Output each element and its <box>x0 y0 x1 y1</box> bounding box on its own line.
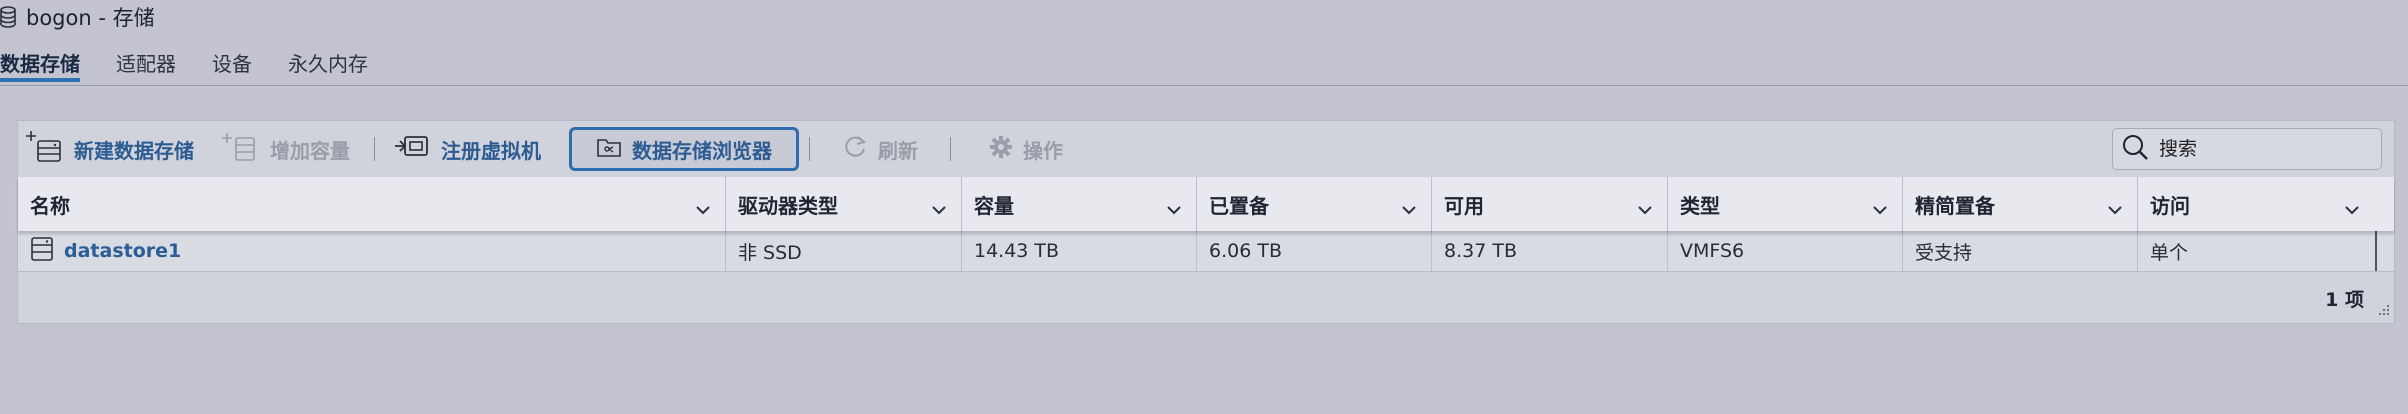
increase-capacity-button[interactable]: 增加容量 <box>210 127 360 171</box>
chevron-down-icon[interactable] <box>2107 196 2123 220</box>
gear-icon <box>989 135 1013 164</box>
column-header-provisioned[interactable]: 已置备 <box>1197 177 1432 231</box>
column-header-label: 类型 <box>1680 193 1720 218</box>
chevron-down-icon[interactable] <box>931 196 947 220</box>
increase-capacity-icon <box>220 132 260 167</box>
tab-devices[interactable]: 设备 <box>212 44 252 82</box>
column-header-free[interactable]: 可用 <box>1432 177 1668 231</box>
folder-browser-icon <box>596 136 622 163</box>
new-datastore-label: 新建数据存储 <box>74 138 194 163</box>
datastore-link[interactable]: datastore1 <box>64 240 181 262</box>
toolbar-separator <box>374 137 375 161</box>
column-header-label: 名称 <box>30 193 70 218</box>
search-box[interactable] <box>2112 128 2382 170</box>
chevron-down-icon[interactable] <box>1872 196 1888 220</box>
datastore-icon <box>30 236 54 267</box>
cell-capacity: 14.43 TB <box>962 231 1197 271</box>
refresh-button[interactable]: 刷新 <box>832 127 928 171</box>
toolbar-separator <box>809 137 810 161</box>
tab-persistent-memory[interactable]: 永久内存 <box>288 44 368 82</box>
table-header: 名称 驱动器类型 容量 已置备 可用 类型 精简置备 访问 <box>18 177 2394 231</box>
column-header-label: 驱动器类型 <box>738 193 838 218</box>
cell-name: datastore1 <box>18 231 726 271</box>
scrollbar-edge <box>2375 231 2377 271</box>
tab-divider <box>0 85 2408 86</box>
tab-adapters[interactable]: 适配器 <box>116 44 176 82</box>
tab-datastores[interactable]: 数据存储 <box>0 44 80 82</box>
chevron-down-icon[interactable] <box>695 196 711 220</box>
chevron-down-icon[interactable] <box>1401 196 1417 220</box>
column-header-label: 可用 <box>1444 193 1484 218</box>
actions-label: 操作 <box>1023 138 1063 163</box>
cell-type: VMFS6 <box>1668 231 1903 271</box>
window-title: bogon - 存储 <box>26 6 155 30</box>
item-count: 1 项 <box>2325 289 2364 311</box>
window-title-bar: bogon - 存储 <box>0 0 155 34</box>
search-input[interactable] <box>2157 137 2371 161</box>
tab-bar: 数据存储 适配器 设备 永久内存 <box>0 44 404 86</box>
column-header-drive-type[interactable]: 驱动器类型 <box>726 177 962 231</box>
actions-button[interactable]: 操作 <box>979 127 1073 171</box>
register-vm-button[interactable]: 注册虚拟机 <box>383 127 551 171</box>
resize-grip-icon[interactable] <box>2376 301 2390 320</box>
datastore-browser-label: 数据存储浏览器 <box>632 138 772 163</box>
refresh-label: 刷新 <box>878 138 918 163</box>
column-header-label: 容量 <box>974 193 1014 218</box>
cell-drive-type: 非 SSD <box>726 231 962 271</box>
new-datastore-icon <box>24 130 64 169</box>
toolbar-separator <box>950 137 951 161</box>
chevron-down-icon[interactable] <box>2344 196 2360 220</box>
column-header-access[interactable]: 访问 <box>2138 177 2374 231</box>
chevron-down-icon[interactable] <box>1637 196 1653 220</box>
column-header-label: 精简置备 <box>1915 193 1995 218</box>
register-vm-label: 注册虚拟机 <box>441 138 541 163</box>
column-header-label: 访问 <box>2150 193 2190 218</box>
cell-thin-provisioning: 受支持 <box>1903 231 2138 271</box>
table-footer: 1 项 <box>18 272 2394 324</box>
search-icon <box>2121 133 2149 165</box>
new-datastore-button[interactable]: 新建数据存储 <box>18 127 204 171</box>
column-header-capacity[interactable]: 容量 <box>962 177 1197 231</box>
chevron-down-icon[interactable] <box>1166 196 1182 220</box>
cell-provisioned: 6.06 TB <box>1197 231 1432 271</box>
table-row[interactable]: datastore1 非 SSD 14.43 TB 6.06 TB 8.37 T… <box>18 231 2394 272</box>
toolbar: 新建数据存储 增加容量 注册虚拟机 数据存储浏览器 刷新 操作 搜索 <box>18 121 2394 177</box>
increase-capacity-label: 增加容量 <box>270 138 350 163</box>
datastore-panel: 新建数据存储 增加容量 注册虚拟机 数据存储浏览器 刷新 操作 搜索 名称 驱动… <box>17 120 2395 324</box>
column-header-label: 已置备 <box>1209 193 1269 218</box>
column-header-thin-provisioning[interactable]: 精简置备 <box>1903 177 2138 231</box>
refresh-icon <box>842 134 868 165</box>
column-header-name[interactable]: 名称 <box>18 177 726 231</box>
cell-access: 单个 <box>2150 241 2189 264</box>
database-icon <box>0 6 16 28</box>
datastore-browser-button[interactable]: 数据存储浏览器 <box>569 127 799 171</box>
register-vm-icon <box>393 132 431 167</box>
cell-free: 8.37 TB <box>1432 231 1668 271</box>
column-header-type[interactable]: 类型 <box>1668 177 1903 231</box>
